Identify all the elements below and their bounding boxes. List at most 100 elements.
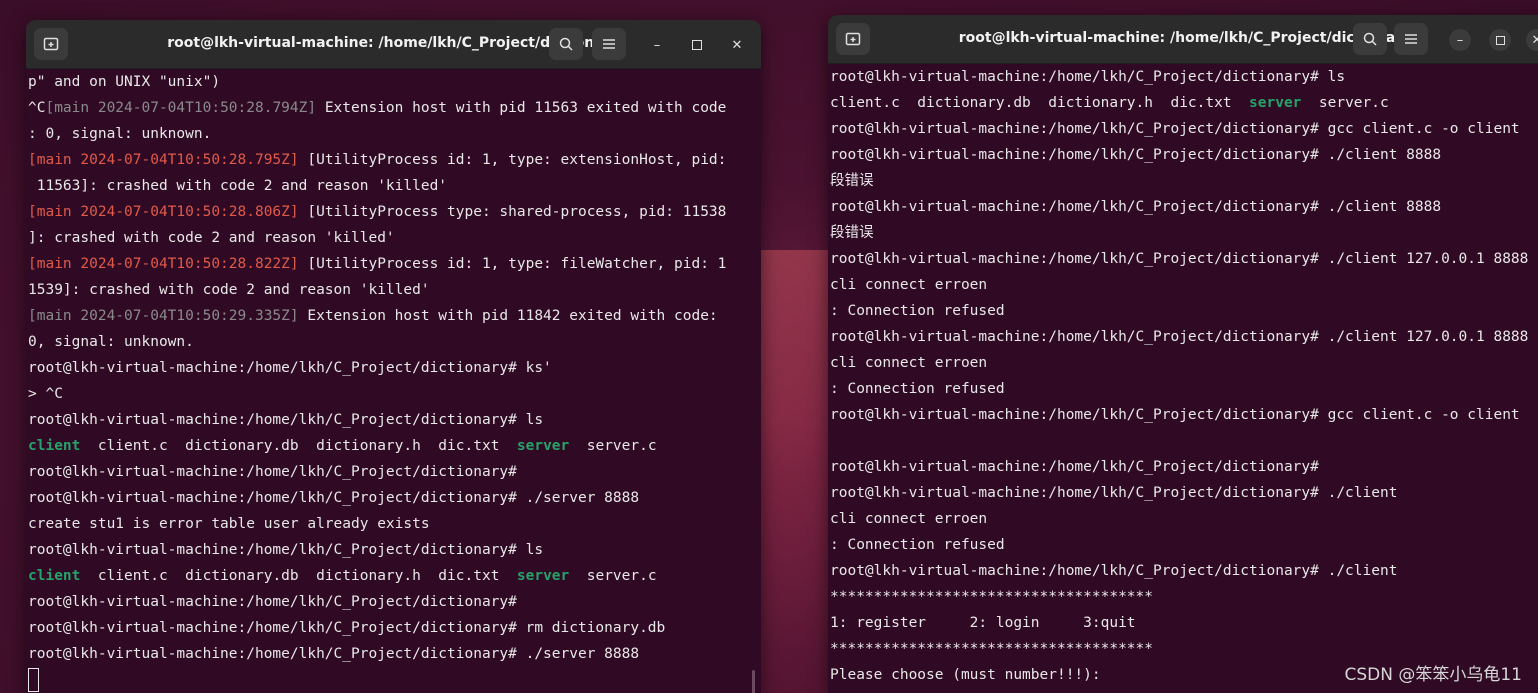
terminal-window-left[interactable]: root@lkh-virtual-machine: /home/lkh/C_Pr…: [26, 20, 761, 693]
terminal-window-right[interactable]: root@lkh-virtual-machine: /home/lkh/C_Pr…: [828, 15, 1538, 693]
terminal-line: root@lkh-virtual-machine:/home/lkh/C_Pro…: [830, 246, 1536, 272]
close-icon: ✕: [1531, 32, 1538, 48]
menu-button[interactable]: [1394, 23, 1428, 55]
terminal-line: client client.c dictionary.db dictionary…: [28, 563, 759, 589]
terminal-text: root@lkh-virtual-machine:/home/lkh/C_Pro…: [830, 199, 1442, 215]
terminal-text: : 0, signal: unknown.: [28, 126, 212, 142]
terminal-text: client: [28, 568, 81, 584]
terminal-text: root@lkh-virtual-machine:/home/lkh/C_Pro…: [830, 121, 1520, 137]
terminal-line: : Connection refused: [830, 532, 1536, 558]
terminal-text: 1539]: crashed with code 2 and reason 'k…: [28, 282, 430, 298]
terminal-text: root@lkh-virtual-machine:/home/lkh/C_Pro…: [28, 490, 640, 506]
terminal-text: server: [1249, 95, 1302, 111]
titlebar[interactable]: root@lkh-virtual-machine: /home/lkh/C_Pr…: [26, 20, 761, 69]
terminal-text: root@lkh-virtual-machine:/home/lkh/C_Pro…: [28, 360, 552, 376]
terminal-line: root@lkh-virtual-machine:/home/lkh/C_Pro…: [830, 194, 1536, 220]
window-title: root@lkh-virtual-machine: /home/lkh/C_Pr…: [958, 30, 1412, 46]
terminal-text: client.c dictionary.db dictionary.h dic.…: [830, 95, 1250, 111]
terminal-text: [UtilityProcess id: 1, type: fileWatcher…: [298, 256, 727, 272]
terminal-text: [UtilityProcess type: shared-process, pi…: [298, 204, 727, 220]
terminal-text: Extension host with pid 11563 exited wit…: [316, 100, 727, 116]
terminal-line: root@lkh-virtual-machine:/home/lkh/C_Pro…: [28, 589, 759, 615]
terminal-line: root@lkh-virtual-machine:/home/lkh/C_Pro…: [830, 142, 1536, 168]
terminal-text: 段错误: [830, 173, 874, 189]
close-button[interactable]: ✕: [1526, 29, 1538, 51]
terminal-line: root@lkh-virtual-machine:/home/lkh/C_Pro…: [830, 116, 1536, 142]
terminal-text: root@lkh-virtual-machine:/home/lkh/C_Pro…: [830, 459, 1319, 475]
scrollbar[interactable]: [752, 670, 755, 693]
terminal-output[interactable]: root@lkh-virtual-machine:/home/lkh/C_Pro…: [828, 64, 1538, 693]
maximize-icon: [1495, 35, 1505, 45]
terminal-text: 1: register 2: login 3:quit: [830, 615, 1136, 631]
terminal-line: [main 2024-07-04T10:50:29.335Z] Extensio…: [28, 303, 759, 329]
search-button[interactable]: [1353, 23, 1387, 55]
terminal-line: 段错误: [830, 168, 1536, 194]
terminal-line: [main 2024-07-04T10:50:28.795Z] [Utility…: [28, 147, 759, 173]
terminal-line: root@lkh-virtual-machine:/home/lkh/C_Pro…: [830, 64, 1536, 90]
terminal-text: client.c dictionary.db dictionary.h dic.…: [80, 438, 517, 454]
terminal-line: 0, signal: unknown.: [28, 329, 759, 355]
terminal-line: 11563]: crashed with code 2 and reason '…: [28, 173, 759, 199]
terminal-text: : Connection refused: [830, 537, 1005, 553]
terminal-line: : Connection refused: [830, 298, 1536, 324]
terminal-text: [UtilityProcess id: 1, type: extensionHo…: [298, 152, 727, 168]
search-icon: [559, 37, 573, 51]
terminal-text: Extension host with pid 11842 exited wit…: [298, 308, 718, 324]
terminal-text: root@lkh-virtual-machine:/home/lkh/C_Pro…: [830, 251, 1529, 267]
terminal-text: root@lkh-virtual-machine:/home/lkh/C_Pro…: [830, 69, 1346, 85]
terminal-line: 1539]: crashed with code 2 and reason 'k…: [28, 277, 759, 303]
minimize-icon: –: [1456, 32, 1464, 48]
terminal-line: [28, 667, 759, 693]
terminal-text: [main 2024-07-04T10:50:28.822Z]: [28, 256, 299, 272]
terminal-line: root@lkh-virtual-machine:/home/lkh/C_Pro…: [830, 402, 1536, 428]
terminal-text: ^C: [28, 100, 46, 116]
maximize-button[interactable]: [1489, 29, 1511, 51]
terminal-line: 1: register 2: login 3:quit: [830, 610, 1536, 636]
maximize-button[interactable]: [686, 34, 708, 56]
terminal-text: [main 2024-07-04T10:50:28.806Z]: [28, 204, 299, 220]
terminal-text: *************************************: [830, 589, 1154, 605]
terminal-line: : 0, signal: unknown.: [28, 121, 759, 147]
hamburger-menu-icon: [603, 39, 615, 49]
terminal-output[interactable]: p" and on UNIX "unix") ^C[main 2024-07-04…: [26, 69, 761, 693]
terminal-text: : Connection refused: [830, 303, 1005, 319]
watermark: CSDN @笨笨小乌龟11: [1344, 665, 1522, 685]
terminal-line: > ^C: [28, 381, 759, 407]
terminal-line: [main 2024-07-04T10:50:28.822Z] [Utility…: [28, 251, 759, 277]
terminal-line: *************************************: [830, 636, 1536, 662]
close-button[interactable]: ✕: [726, 34, 748, 56]
terminal-line: root@lkh-virtual-machine:/home/lkh/C_Pro…: [28, 485, 759, 511]
terminal-line: client client.c dictionary.db dictionary…: [28, 433, 759, 459]
maximize-icon: [692, 40, 702, 50]
terminal-line: root@lkh-virtual-machine:/home/lkh/C_Pro…: [28, 407, 759, 433]
terminal-line: root@lkh-virtual-machine:/home/lkh/C_Pro…: [28, 641, 759, 667]
search-button[interactable]: [549, 28, 583, 60]
terminal-text: create stu1 is error table user already …: [28, 516, 430, 532]
terminal-line: ^C[main 2024-07-04T10:50:28.794Z] Extens…: [28, 95, 759, 121]
terminal-text: root@lkh-virtual-machine:/home/lkh/C_Pro…: [830, 563, 1398, 579]
menu-button[interactable]: [592, 28, 626, 60]
close-icon: ✕: [731, 37, 743, 53]
terminal-line: cli connect erroen: [830, 272, 1536, 298]
minimize-button[interactable]: –: [1449, 29, 1471, 51]
minimize-button[interactable]: –: [646, 34, 668, 56]
terminal-line: 段错误: [830, 220, 1536, 246]
terminal-line: p" and on UNIX "unix"): [28, 69, 759, 95]
terminal-text: root@lkh-virtual-machine:/home/lkh/C_Pro…: [830, 147, 1442, 163]
terminal-line: root@lkh-virtual-machine:/home/lkh/C_Pro…: [28, 355, 759, 381]
terminal-text: 11563]: crashed with code 2 and reason '…: [28, 178, 448, 194]
hamburger-menu-icon: [1405, 34, 1417, 44]
terminal-text: cli connect erroen: [830, 511, 988, 527]
terminal-text: server: [516, 568, 570, 584]
terminal-text: : Connection refused: [830, 381, 1005, 397]
terminal-text: p" and on UNIX "unix"): [28, 74, 221, 90]
terminal-text: server.c: [569, 568, 657, 584]
terminal-text: root@lkh-virtual-machine:/home/lkh/C_Pro…: [28, 412, 544, 428]
terminal-text: [main 2024-07-04T10:50:28.794Z]: [45, 100, 317, 116]
terminal-text: server.c: [1301, 95, 1389, 111]
titlebar[interactable]: root@lkh-virtual-machine: /home/lkh/C_Pr…: [828, 15, 1538, 64]
terminal-line: client.c dictionary.db dictionary.h dic.…: [830, 90, 1536, 116]
terminal-text: root@lkh-virtual-machine:/home/lkh/C_Pro…: [28, 646, 640, 662]
terminal-text: server: [516, 438, 570, 454]
